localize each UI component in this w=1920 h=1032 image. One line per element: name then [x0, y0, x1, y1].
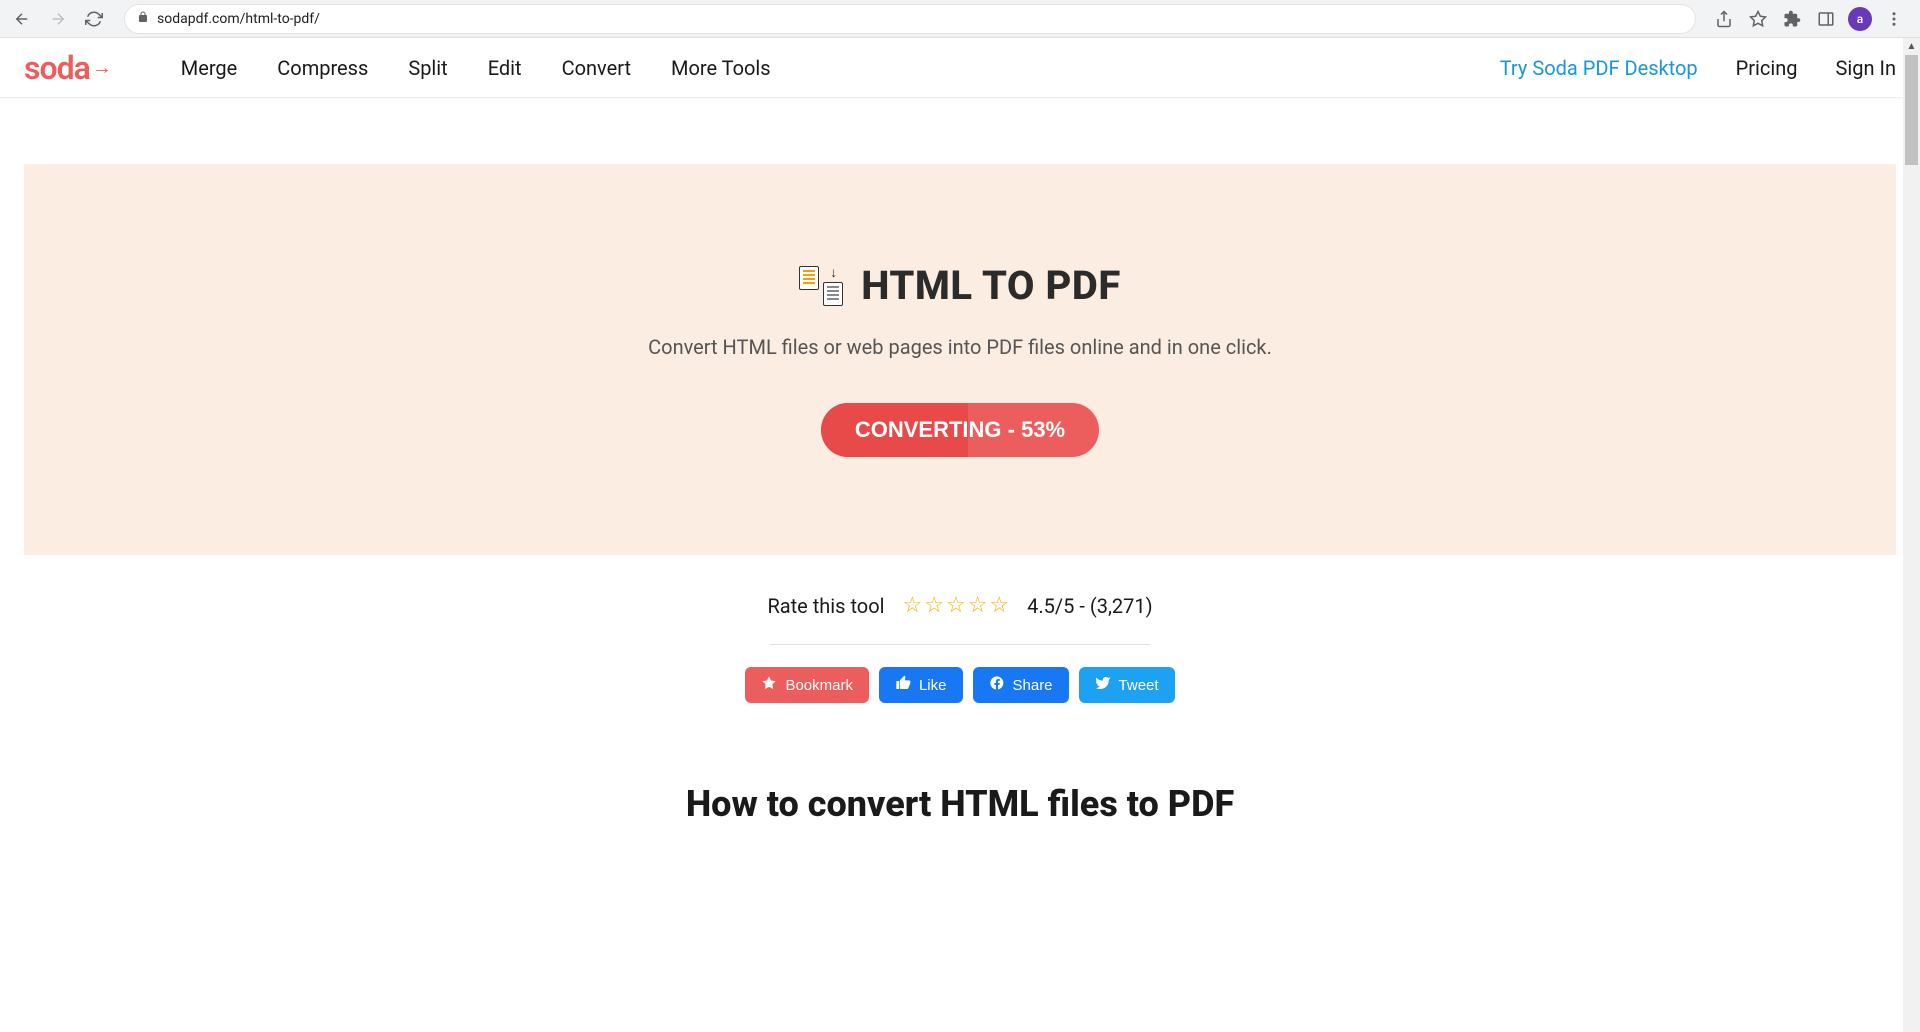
nav-compress[interactable]: Compress — [277, 56, 368, 80]
share-label: Share — [1013, 677, 1053, 694]
profile-avatar[interactable]: a — [1848, 7, 1872, 31]
star-5-icon[interactable]: ☆ — [989, 593, 1009, 618]
side-panel-icon[interactable] — [1814, 7, 1838, 31]
rating-score: 4.5/5 - (3,271) — [1027, 594, 1152, 618]
back-button[interactable] — [8, 5, 36, 33]
star-1-icon[interactable]: ☆ — [902, 593, 922, 618]
site-header: soda→ Merge Compress Split Edit Convert … — [0, 38, 1920, 98]
tweet-button[interactable]: Tweet — [1079, 667, 1175, 703]
star-2-icon[interactable]: ☆ — [924, 593, 944, 618]
logo-arrow-icon: → — [92, 55, 111, 80]
bookmark-button[interactable]: Bookmark — [745, 667, 869, 703]
nav-merge[interactable]: Merge — [181, 56, 238, 80]
star-3-icon[interactable]: ☆ — [946, 593, 966, 618]
logo[interactable]: soda→ — [24, 49, 111, 87]
share-page-icon[interactable] — [1712, 7, 1736, 31]
browser-toolbar: sodapdf.com/html-to-pdf/ a — [0, 0, 1920, 38]
kebab-menu-icon[interactable] — [1882, 7, 1906, 31]
scrollbar-up-icon[interactable]: ▲ — [1903, 38, 1920, 55]
bookmark-star-icon[interactable] — [1746, 7, 1770, 31]
like-label: Like — [919, 677, 947, 694]
rating-row: Rate this tool ☆ ☆ ☆ ☆ ☆ 4.5/5 - (3,271) — [0, 593, 1920, 618]
convert-button[interactable]: CONVERTING - 53% — [821, 403, 1099, 457]
bookmark-label: Bookmark — [785, 677, 853, 694]
reload-button[interactable] — [80, 5, 108, 33]
rate-label: Rate this tool — [767, 594, 884, 618]
hero-panel: ↓ HTML TO PDF Convert HTML files or web … — [24, 164, 1896, 555]
howto-title: How to convert HTML files to PDF — [0, 783, 1920, 825]
hero-title: HTML TO PDF — [861, 262, 1121, 309]
extensions-icon[interactable] — [1780, 7, 1804, 31]
scrollbar[interactable]: ▲ — [1903, 38, 1920, 1032]
nav-split[interactable]: Split — [408, 56, 447, 80]
share-row: Bookmark Like Share Tweet — [0, 667, 1920, 703]
twitter-icon — [1095, 675, 1111, 695]
like-button[interactable]: Like — [879, 667, 963, 703]
forward-button[interactable] — [44, 5, 72, 33]
nav-edit[interactable]: Edit — [488, 56, 522, 80]
main-nav: Merge Compress Split Edit Convert More T… — [181, 56, 771, 80]
facebook-icon — [989, 675, 1005, 695]
divider — [770, 644, 1150, 645]
star-filled-icon — [761, 675, 777, 695]
url-text: sodapdf.com/html-to-pdf/ — [157, 11, 1683, 27]
html-to-pdf-icon: ↓ — [799, 266, 843, 306]
right-nav: Try Soda PDF Desktop Pricing Sign In — [1500, 56, 1896, 80]
star-rating: ☆ ☆ ☆ ☆ ☆ — [902, 593, 1009, 618]
lock-icon — [137, 11, 149, 26]
logo-text: soda — [24, 49, 90, 87]
nav-pricing[interactable]: Pricing — [1736, 56, 1798, 80]
nav-more-tools[interactable]: More Tools — [671, 56, 771, 80]
scrollbar-thumb[interactable] — [1905, 55, 1918, 165]
thumbs-up-icon — [895, 675, 911, 695]
share-button[interactable]: Share — [973, 667, 1069, 703]
tweet-label: Tweet — [1119, 677, 1159, 694]
convert-button-label: CONVERTING - 53% — [855, 417, 1065, 442]
nav-signin[interactable]: Sign In — [1836, 56, 1896, 80]
address-bar[interactable]: sodapdf.com/html-to-pdf/ — [124, 4, 1696, 34]
nav-convert[interactable]: Convert — [562, 56, 631, 80]
star-4-icon[interactable]: ☆ — [968, 593, 988, 618]
nav-try-desktop[interactable]: Try Soda PDF Desktop — [1500, 56, 1698, 80]
hero-subtitle: Convert HTML files or web pages into PDF… — [44, 335, 1876, 359]
